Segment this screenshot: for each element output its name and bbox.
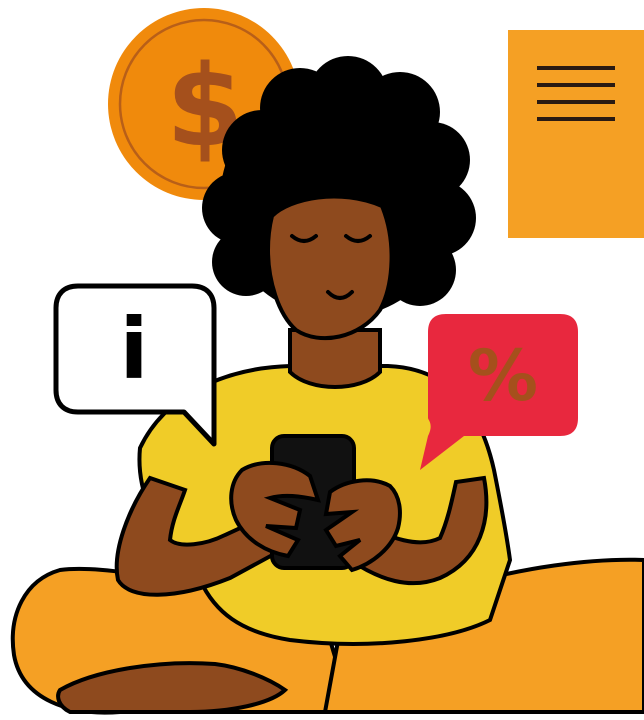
person-with-phone-illustration: $ i % (10, 8, 644, 715)
document-line (537, 83, 615, 87)
face (265, 194, 394, 341)
document-line (537, 66, 615, 70)
document-line (537, 117, 615, 121)
document-card (508, 30, 644, 238)
percent-speech-bubble-icon: % (420, 314, 578, 470)
document-line (537, 100, 615, 104)
info-speech-bubble-icon: i (53, 283, 217, 447)
percent-symbol: % (468, 335, 538, 417)
document-menu-icon (508, 30, 644, 238)
info-symbol: i (120, 300, 149, 398)
